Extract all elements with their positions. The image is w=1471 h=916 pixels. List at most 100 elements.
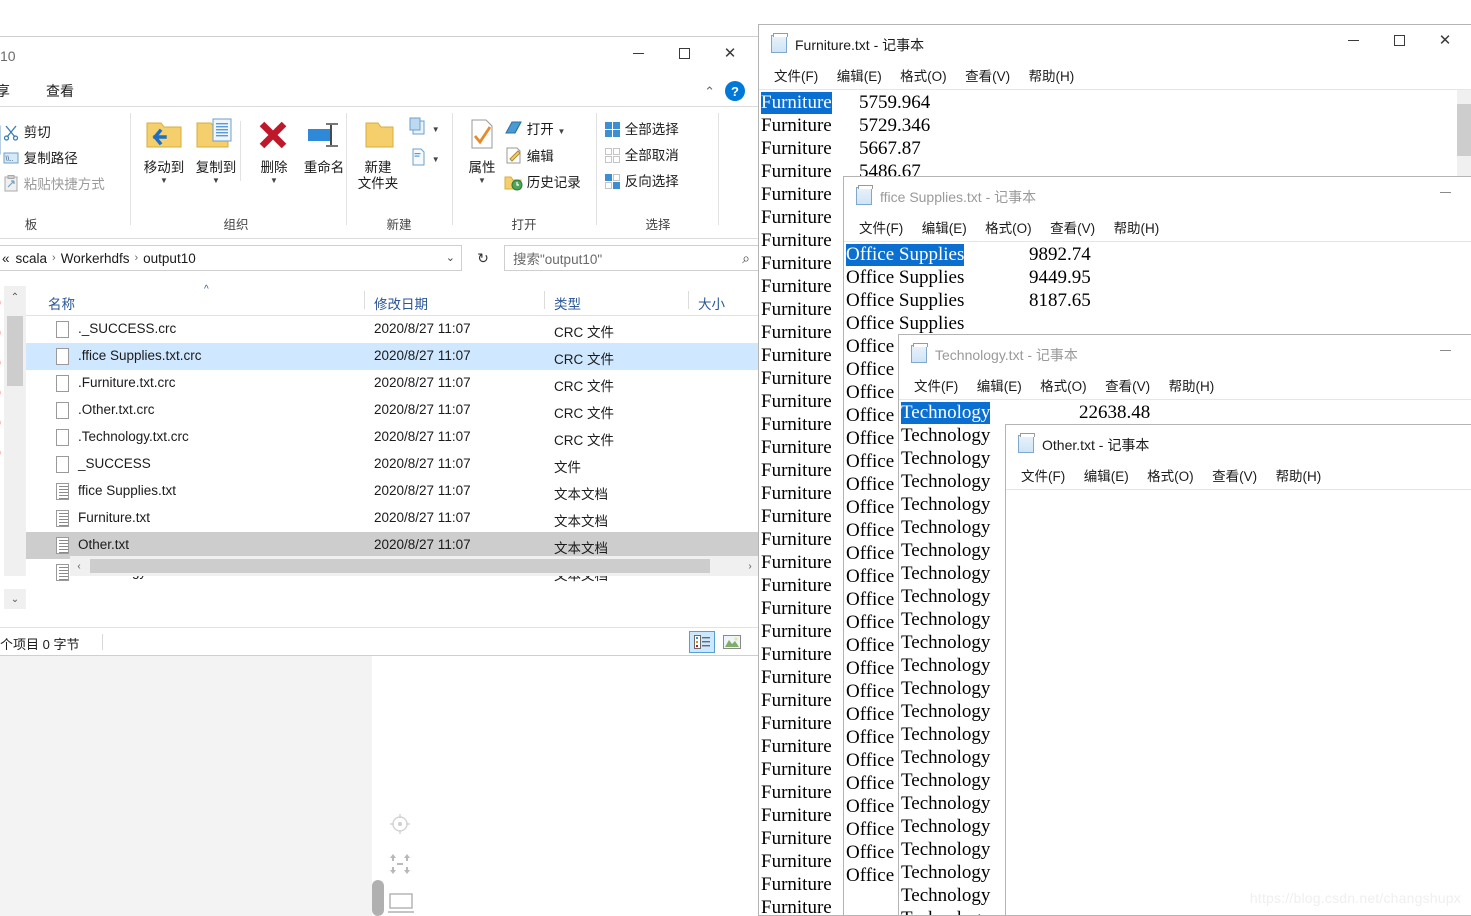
horizontal-scrollbar[interactable]: ‹ › <box>70 556 759 576</box>
office-minimize-button[interactable] <box>1422 177 1468 207</box>
ribbon-cut-button[interactable]: 剪切 <box>2 121 51 141</box>
table-row[interactable]: .Other.txt.crc2020/8/27 11:07CRC 文件 <box>26 397 759 424</box>
table-row[interactable]: .Technology.txt.crc2020/8/27 11:07CRC 文件 <box>26 424 759 451</box>
table-row[interactable]: ._SUCCESS.crc2020/8/27 11:07CRC 文件 <box>26 316 759 343</box>
menu-format[interactable]: 格式(O) <box>893 63 954 87</box>
breadcrumb-prefix[interactable]: « <box>0 251 13 266</box>
ribbon-group-new: 新建 文件夹 ▼ ▼ 新建 <box>348 107 450 239</box>
menu-edit[interactable]: 编辑(E) <box>915 215 974 239</box>
furniture-minimize-button[interactable] <box>1330 25 1376 55</box>
ribbon-new-folder-button[interactable]: 新建 文件夹 <box>350 115 406 192</box>
scroll-right-icon[interactable]: › <box>741 556 759 576</box>
ribbon-edit-button[interactable]: 编辑 <box>504 145 554 165</box>
menu-help[interactable]: 帮助(H) <box>1022 63 1082 87</box>
chevron-down-icon[interactable]: ▼ <box>246 176 302 185</box>
chevron-down-icon[interactable]: ▼ <box>136 176 192 185</box>
menu-help[interactable]: 帮助(H) <box>1162 373 1222 397</box>
menu-edit[interactable]: 编辑(E) <box>830 63 889 87</box>
search-input[interactable]: 搜索"output10" ⌕ <box>504 245 759 271</box>
breadcrumb-item-output10[interactable]: output10 <box>140 251 199 266</box>
large-icons-view-button[interactable] <box>719 631 745 653</box>
explorer-close-button[interactable]: ✕ <box>707 37 753 69</box>
menu-view[interactable]: 查看(V) <box>1043 215 1102 239</box>
chevron-up-icon[interactable]: ⌃ <box>704 84 715 100</box>
other-text-area[interactable] <box>1006 489 1471 915</box>
category-text: Technology <box>901 471 990 493</box>
scrollbar-thumb[interactable] <box>1457 104 1471 156</box>
column-header-type[interactable]: 类型 <box>554 293 581 313</box>
column-divider[interactable] <box>364 291 365 309</box>
ribbon-select-none-button[interactable]: 全部取消 <box>604 144 679 164</box>
menu-view[interactable]: 查看(V) <box>1098 373 1157 397</box>
table-row[interactable]: .Furniture.txt.crc2020/8/27 11:07CRC 文件 <box>26 370 759 397</box>
breadcrumb-item-scala[interactable]: scala <box>13 251 51 266</box>
furniture-maximize-button[interactable] <box>1376 25 1422 55</box>
ribbon-open-button[interactable]: 打开 ▼ <box>504 118 565 138</box>
ribbon-properties-button[interactable]: 属性 ▼ <box>454 115 510 185</box>
menu-edit[interactable]: 编辑(E) <box>970 373 1029 397</box>
category-text: Furniture <box>761 713 832 735</box>
chevron-down-icon[interactable]: ⌄ <box>446 251 455 264</box>
scroll-left-icon[interactable]: ‹ <box>70 556 88 576</box>
explorer-minimize-button[interactable] <box>615 37 661 69</box>
menu-edit[interactable]: 编辑(E) <box>1077 463 1136 487</box>
table-row[interactable]: ffice Supplies.txt2020/8/27 11:07文本文档 <box>26 478 759 505</box>
furniture-close-button[interactable]: ✕ <box>1422 25 1468 55</box>
breadcrumb-item-workerhdfs[interactable]: Workerhdfs <box>58 251 133 266</box>
table-row[interactable]: Furniture.txt2020/8/27 11:07文本文档 <box>26 505 759 532</box>
ribbon-paste-shortcut-button[interactable]: 粘贴快捷方式 <box>2 173 105 193</box>
chevron-down-icon[interactable]: ▼ <box>432 155 440 164</box>
history-icon <box>504 172 523 191</box>
table-row[interactable]: _SUCCESS2020/8/27 11:07文件 <box>26 451 759 478</box>
menu-file[interactable]: 文件(F) <box>1014 463 1072 487</box>
explorer-maximize-button[interactable] <box>661 37 707 69</box>
column-divider[interactable] <box>544 291 545 309</box>
details-view-button[interactable] <box>689 631 715 653</box>
chevron-down-icon[interactable]: ▼ <box>454 176 510 185</box>
breadcrumb[interactable]: « scala › Workerhdfs › output10 ⌄ <box>0 245 462 271</box>
column-divider[interactable] <box>688 291 689 309</box>
menu-view[interactable]: 查看(V) <box>1205 463 1264 487</box>
menu-view[interactable]: 查看(V) <box>958 63 1017 87</box>
menu-help[interactable]: 帮助(H) <box>1107 215 1167 239</box>
ribbon-history-button[interactable]: 历史记录 <box>504 171 581 191</box>
menu-file[interactable]: 文件(F) <box>907 373 965 397</box>
table-row[interactable]: .ffice Supplies.txt.crc2020/8/27 11:07CR… <box>26 343 759 370</box>
navigation-scrollbar[interactable]: ⌃ <box>4 286 26 576</box>
text-file-icon <box>56 537 69 554</box>
ribbon-copy-to-button[interactable]: 复制到 ▼ <box>188 115 244 185</box>
column-header-name[interactable]: 名称 <box>48 293 75 313</box>
ribbon-easy-access-button[interactable]: ▼ <box>408 147 440 167</box>
menu-format[interactable]: 格式(O) <box>978 215 1039 239</box>
ribbon-move-to-button[interactable]: 移动到 ▼ <box>136 115 192 185</box>
tab-share[interactable]: 共享 <box>0 81 10 101</box>
chevron-down-icon[interactable]: ▼ <box>432 125 440 134</box>
chevron-down-icon[interactable]: ▼ <box>188 176 244 185</box>
scroll-down-icon[interactable]: ⌄ <box>4 589 26 609</box>
ribbon-invert-selection-button[interactable]: 反向选择 <box>604 170 679 190</box>
menu-file[interactable]: 文件(F) <box>852 215 910 239</box>
chevron-down-icon[interactable]: ▼ <box>558 127 566 136</box>
scroll-up-icon[interactable]: ⌃ <box>4 286 26 308</box>
help-icon[interactable]: ? <box>725 81 745 101</box>
menu-format[interactable]: 格式(O) <box>1140 463 1201 487</box>
horizontal-scrollbar-thumb[interactable] <box>90 559 710 573</box>
menu-format[interactable]: 格式(O) <box>1033 373 1094 397</box>
column-header-date[interactable]: 修改日期 <box>374 293 428 313</box>
desktop-scroll-thumb[interactable] <box>372 880 384 916</box>
ribbon-copy-path-button[interactable]: \\.. 复制路径 <box>2 147 78 167</box>
tab-view[interactable]: 查看 <box>46 81 74 101</box>
column-header-size[interactable]: 大小 <box>698 293 725 313</box>
ribbon-rename-button[interactable]: 重命名 <box>296 115 352 176</box>
ribbon-select-none-label: 全部取消 <box>625 148 679 163</box>
technology-minimize-button[interactable] <box>1422 335 1468 365</box>
menu-help[interactable]: 帮助(H) <box>1269 463 1329 487</box>
ribbon-delete-button[interactable]: 删除 ▼ <box>246 115 302 185</box>
menu-file[interactable]: 文件(F) <box>767 63 825 87</box>
refresh-button[interactable]: ↻ <box>470 245 496 271</box>
scrollbar-thumb[interactable] <box>7 316 23 386</box>
file-type: CRC 文件 <box>554 402 614 422</box>
ribbon-new-item-button[interactable]: ▼ <box>408 117 440 137</box>
ribbon-select-all-button[interactable]: 全部选择 <box>604 118 679 138</box>
table-row[interactable]: Other.txt2020/8/27 11:07文本文档 <box>26 532 759 559</box>
